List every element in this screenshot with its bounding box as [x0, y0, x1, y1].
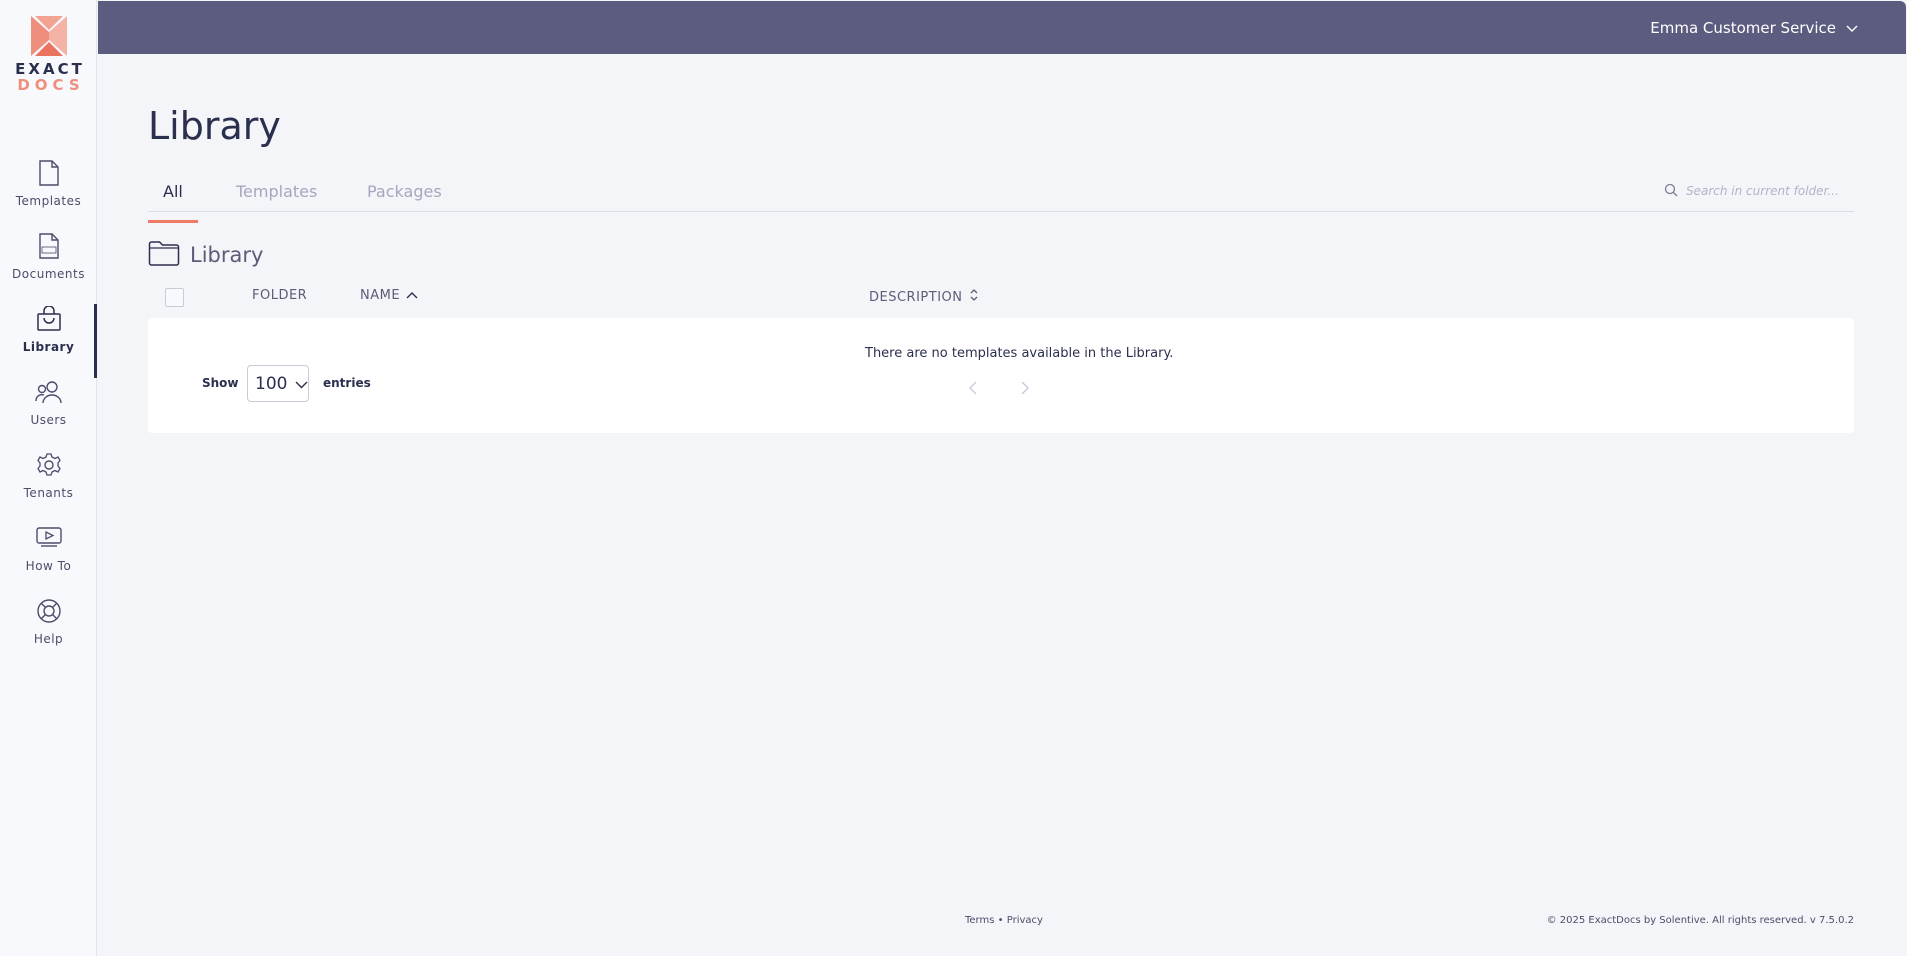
sidebar-item-help[interactable]: Help — [0, 598, 97, 671]
column-header-description[interactable]: DESCRIPTION — [869, 288, 979, 306]
tab-templates[interactable]: Templates — [236, 182, 317, 222]
video-icon — [0, 525, 97, 555]
folder-name: Library — [190, 243, 264, 267]
column-label: NAME — [360, 288, 401, 303]
select-all-checkbox[interactable] — [165, 288, 184, 307]
sidebar-item-documents[interactable]: Documents — [0, 233, 97, 306]
search-icon — [1664, 182, 1678, 201]
sort-ascending-icon — [406, 288, 418, 303]
shopping-bag-icon — [0, 306, 97, 336]
sidebar-item-label: Users — [30, 413, 67, 427]
entries-label: entries — [323, 376, 371, 390]
tab-bar: All Templates Packages — [148, 172, 1854, 223]
lifebuoy-icon — [0, 598, 97, 628]
footer-separator: • — [997, 915, 1004, 926]
column-label: FOLDER — [252, 288, 308, 303]
sidebar-item-tenants[interactable]: Tenants — [0, 452, 97, 525]
entries-per-page-select[interactable]: 100 — [247, 365, 309, 402]
gear-icon — [0, 452, 97, 482]
logo-text-docs: DOCS — [17, 76, 85, 94]
chevron-down-icon — [1846, 19, 1858, 37]
privacy-link[interactable]: Privacy — [1007, 915, 1043, 926]
file-icon — [0, 160, 97, 190]
exactdocs-logo[interactable]: EXACT DOCS — [0, 14, 97, 94]
sidebar-item-library[interactable]: Library — [0, 304, 97, 379]
column-header-name[interactable]: NAME — [360, 288, 418, 303]
sidebar-item-label: Help — [33, 632, 64, 646]
search-box — [1664, 180, 1854, 202]
column-header-folder[interactable]: FOLDER — [252, 288, 307, 303]
empty-state-message: There are no templates available in the … — [865, 346, 1174, 361]
page-title: Library — [148, 104, 281, 148]
logo-mark-icon — [30, 16, 67, 56]
sidebar-item-label: Tenants — [23, 486, 74, 500]
chevron-down-icon — [295, 374, 308, 393]
top-bar: Emma Customer Service — [98, 1, 1906, 54]
user-name: Emma Customer Service — [1650, 19, 1836, 37]
table-body: There are no templates available in the … — [148, 318, 1854, 433]
chevron-left-icon — [969, 380, 977, 399]
sidebar-item-label: Library — [22, 340, 75, 354]
sidebar-item-label: Documents — [12, 267, 85, 281]
current-folder: Library — [148, 240, 263, 270]
users-icon — [0, 379, 97, 409]
tab-packages[interactable]: Packages — [367, 182, 442, 222]
sidebar-item-templates[interactable]: Templates — [0, 160, 97, 233]
doc-file-icon — [0, 233, 97, 263]
sidebar-item-label: Templates — [15, 194, 82, 208]
sidebar: EXACT DOCS Templates Documents Library U… — [0, 0, 97, 956]
search-input[interactable] — [1686, 184, 1854, 198]
tab-all[interactable]: All — [148, 182, 198, 223]
folder-icon — [148, 240, 180, 270]
previous-page-button[interactable] — [969, 380, 977, 399]
show-label: Show — [202, 376, 239, 390]
sidebar-item-how-to[interactable]: How To — [0, 525, 97, 598]
terms-link[interactable]: Terms — [965, 915, 994, 926]
entries-value: 100 — [255, 373, 288, 394]
next-page-button[interactable] — [1021, 380, 1029, 399]
sort-toggle-icon — [969, 288, 979, 306]
user-menu[interactable]: Emma Customer Service — [1650, 19, 1858, 37]
chevron-right-icon — [1021, 380, 1029, 399]
sidebar-item-users[interactable]: Users — [0, 379, 97, 452]
copyright-text: © 2025 ExactDocs by Solentive. All right… — [1546, 915, 1854, 926]
column-label: DESCRIPTION — [869, 289, 963, 305]
footer-links: Terms • Privacy — [965, 915, 1043, 926]
sidebar-item-label: How To — [25, 559, 72, 573]
